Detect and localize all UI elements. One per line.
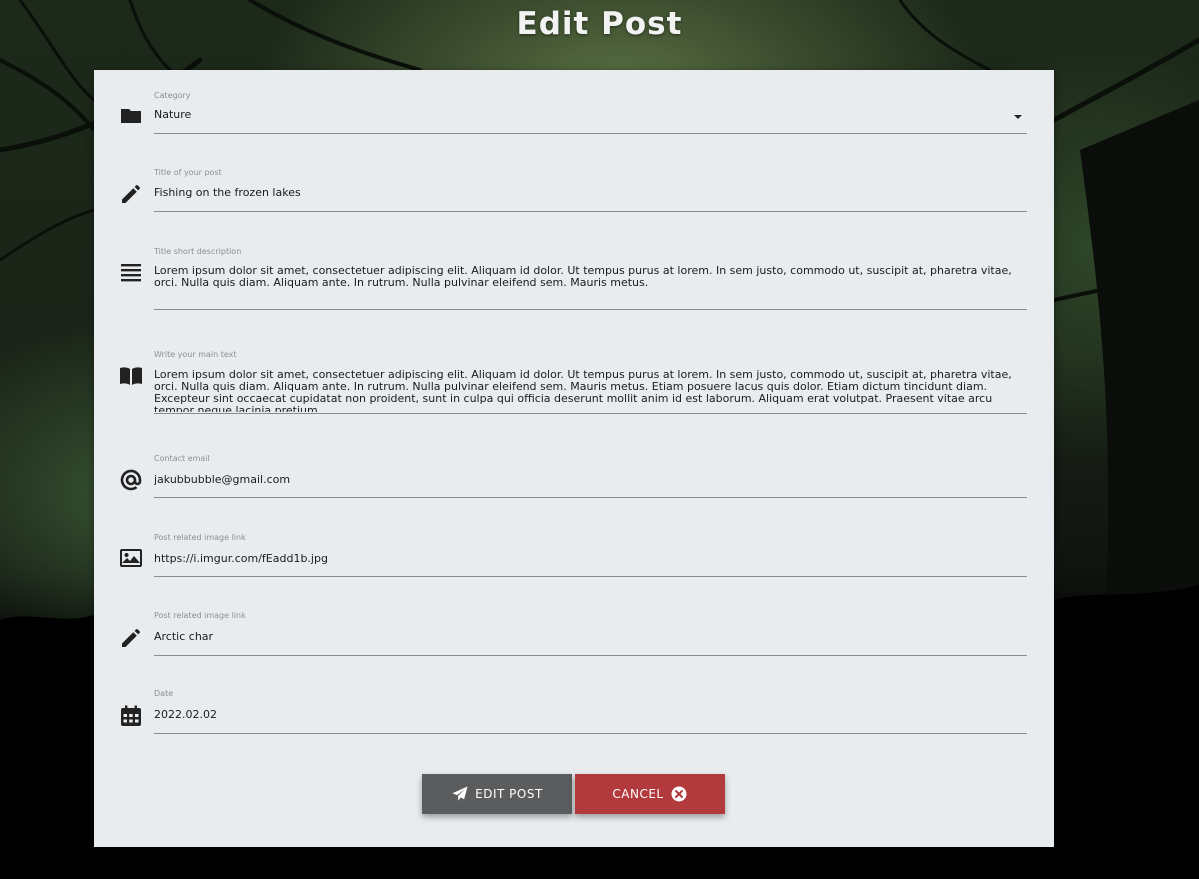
title-label: Title of your post: [154, 168, 222, 177]
date-input[interactable]: 2022.02.02: [154, 709, 1022, 721]
main-text-label: Write your main text: [154, 350, 237, 359]
calendar-icon: [119, 704, 143, 728]
category-label: Category: [154, 91, 191, 100]
paper-plane-icon: [451, 785, 469, 803]
align-justify-icon: [119, 260, 143, 284]
at-icon: [119, 468, 143, 492]
email-underline: [154, 497, 1027, 498]
edit-post-button-label: EDIT POST: [475, 787, 543, 801]
edit-post-form: Category Nature Title of your post Fishi…: [94, 70, 1054, 847]
book-icon: [119, 364, 143, 388]
email-input[interactable]: jakubbubble@gmail.com: [154, 474, 1022, 486]
image-link-label: Post related image link: [154, 533, 246, 542]
image-icon: [119, 546, 143, 570]
cancel-button[interactable]: CANCEL: [575, 774, 725, 814]
image-caption-underline: [154, 655, 1027, 656]
image-link-input[interactable]: https://i.imgur.com/fEadd1b.jpg: [154, 553, 1022, 565]
image-caption-input[interactable]: Arctic char: [154, 631, 1022, 643]
title-underline: [154, 211, 1027, 212]
short-description-textarea[interactable]: Lorem ipsum dolor sit amet, consectetuer…: [154, 265, 1022, 291]
category-underline: [154, 133, 1027, 134]
image-caption-label: Post related image link: [154, 611, 246, 620]
cancel-button-label: CANCEL: [612, 787, 664, 801]
short-description-label: Title short description: [154, 247, 242, 256]
image-link-underline: [154, 576, 1027, 577]
email-label: Contact email: [154, 454, 210, 463]
main-text-textarea[interactable]: Lorem ipsum dolor sit amet, consectetuer…: [154, 369, 1022, 412]
close-circle-icon: [670, 785, 688, 803]
date-label: Date: [154, 689, 174, 698]
folder-icon: [119, 104, 143, 128]
edit-post-button[interactable]: EDIT POST: [422, 774, 572, 814]
chevron-down-icon[interactable]: [1014, 115, 1022, 119]
category-select[interactable]: Nature: [154, 109, 1022, 121]
date-underline: [154, 733, 1027, 734]
short-description-underline: [154, 309, 1027, 310]
main-text-underline: [154, 413, 1027, 414]
pencil-icon: [119, 626, 143, 650]
pencil-icon: [119, 182, 143, 206]
title-input[interactable]: Fishing on the frozen lakes: [154, 187, 1022, 199]
page-title: Edit Post: [516, 6, 683, 42]
